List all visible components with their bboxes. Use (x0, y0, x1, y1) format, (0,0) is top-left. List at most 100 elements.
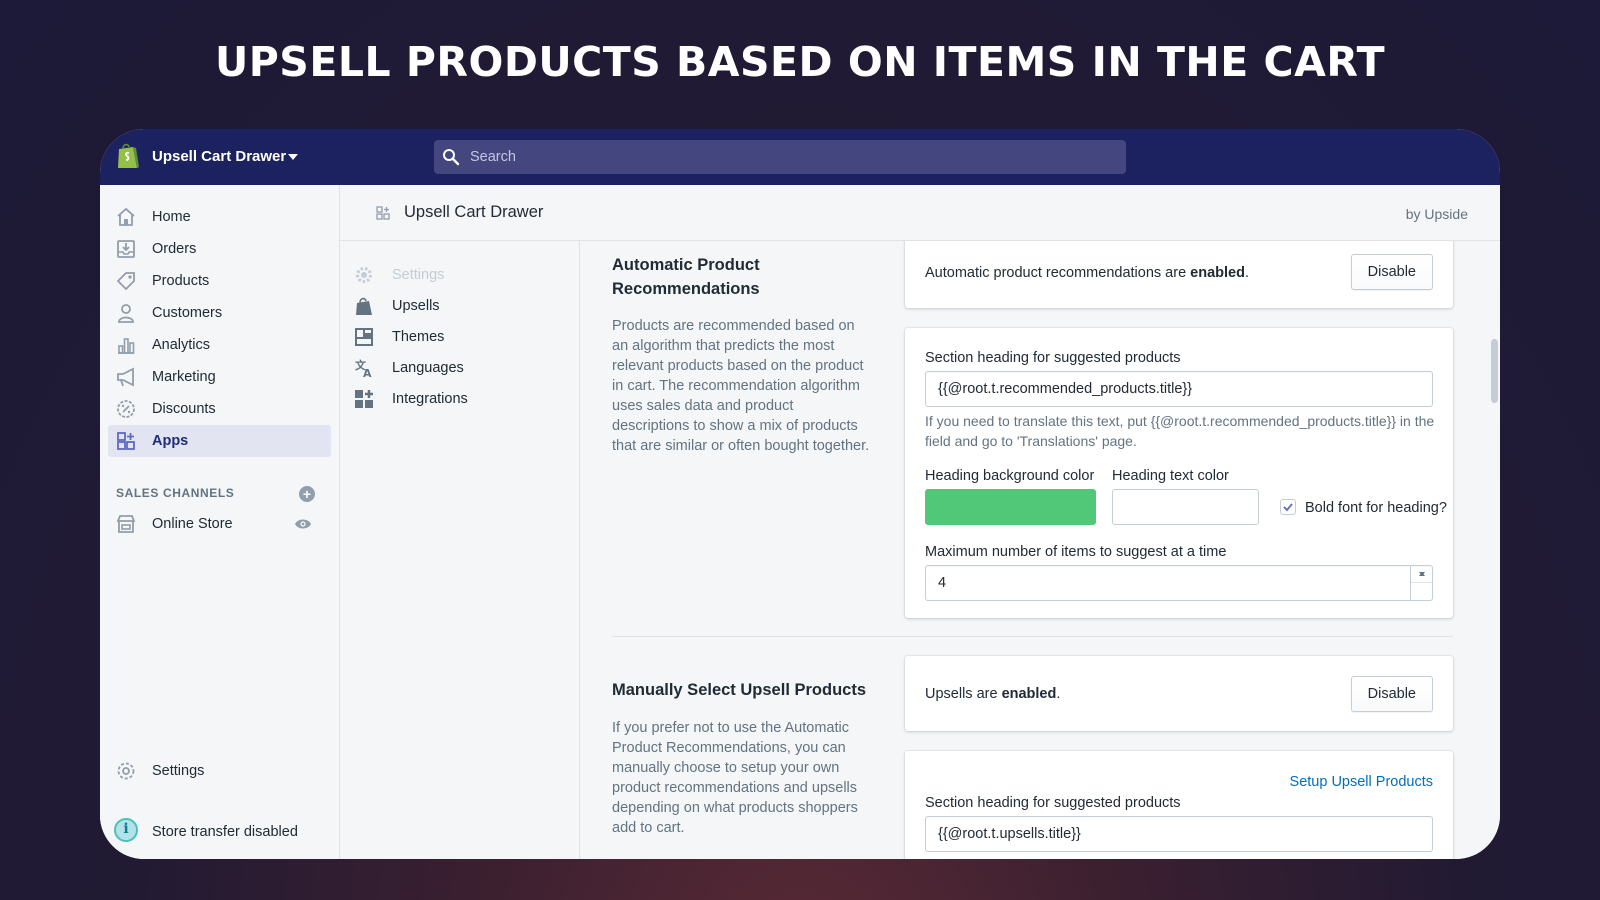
chevron-down-icon[interactable] (288, 154, 298, 160)
auto-section-description: Products are recommended based on an alg… (612, 318, 870, 454)
app-developer[interactable]: by Upside (1406, 206, 1468, 222)
main-content: Automatic Product Recommendations Produc… (580, 241, 1500, 859)
setup-upsell-link[interactable]: Setup Upsell Products (1290, 774, 1433, 790)
integrations-icon (355, 390, 373, 408)
bold-checkbox[interactable] (1280, 499, 1296, 515)
subnav-item-integrations[interactable]: Integrations (354, 385, 554, 413)
auto-status-card: Automatic product recommendations are en… (905, 241, 1453, 308)
add-channel-icon[interactable]: + (299, 486, 315, 502)
orders-icon (117, 240, 135, 258)
auto-heading-label: Section heading for suggested products (925, 350, 1181, 366)
apps-icon (117, 432, 135, 450)
subnav-item-languages[interactable]: 文A Languages (354, 354, 554, 382)
subnav-label-settings: Settings (392, 267, 445, 283)
manual-status-card: Upsells are enabled. Disable (905, 656, 1453, 731)
search-icon (443, 149, 460, 166)
nav-label-marketing: Marketing (152, 369, 216, 385)
nav-label-online-store: Online Store (152, 516, 233, 532)
max-items-stepper (1410, 566, 1432, 600)
top-bar: Upsell Cart Drawer Search (100, 129, 1500, 185)
bold-checkbox-label: Bold font for heading? (1305, 500, 1447, 516)
nav-label-products: Products (152, 273, 210, 289)
search-input[interactable]: Search (434, 140, 1126, 174)
eye-icon[interactable] (294, 517, 312, 531)
shopping-bag-icon (356, 297, 372, 315)
gear-icon (117, 762, 135, 780)
nav-item-settings[interactable]: Settings (108, 755, 331, 787)
search-placeholder: Search (470, 149, 516, 165)
bg-color-label: Heading background color (925, 468, 1095, 484)
text-color-label: Heading text color (1112, 468, 1229, 484)
discount-icon (117, 400, 135, 418)
text-color-swatch[interactable] (1112, 489, 1259, 525)
megaphone-icon (117, 367, 134, 387)
nav-label-orders: Orders (152, 241, 197, 257)
decrement-icon[interactable] (1411, 566, 1432, 583)
tag-icon (116, 272, 135, 291)
manual-heading-label: Section heading for suggested products (925, 795, 1181, 811)
store-transfer-label: Store transfer disabled (152, 824, 298, 840)
app-header: Upsell Cart Drawer by Upside (340, 185, 1500, 241)
max-items-label: Maximum number of items to suggest at a … (925, 544, 1227, 560)
max-items-value: 4 (938, 575, 947, 591)
nav-item-online-store[interactable]: Online Store (108, 508, 331, 540)
svg-text:A: A (363, 367, 372, 378)
nav-item-marketing[interactable]: Marketing (108, 361, 331, 393)
person-icon (118, 304, 134, 323)
subnav-label-languages: Languages (392, 360, 464, 376)
store-icon (116, 515, 136, 533)
auto-status-text: Automatic product recommendations are en… (925, 265, 1249, 281)
nav-label-discounts: Discounts (152, 401, 216, 417)
auto-disable-button[interactable]: Disable (1350, 254, 1433, 290)
page-headline: UPSELL PRODUCTS BASED ON ITEMS IN THE CA… (214, 38, 1386, 86)
auto-heading-value: {{@root.t.recommended_products.title}} (938, 381, 1193, 397)
subnav-label-upsells: Upsells (392, 298, 440, 314)
nav-item-home[interactable]: Home (108, 201, 331, 233)
manual-section-title: Manually Select Upsell Products (612, 681, 866, 699)
nav-item-analytics[interactable]: Analytics (108, 329, 331, 361)
bg-color-swatch[interactable] (925, 489, 1096, 525)
section-divider (612, 636, 1453, 637)
sales-channels-heading: SALES CHANNELS (116, 486, 235, 500)
layout-icon (355, 328, 373, 346)
manual-status-text: Upsells are enabled. (925, 686, 1061, 702)
store-transfer-notice[interactable]: Store transfer disabled (100, 804, 339, 859)
nav-item-discounts[interactable]: Discounts (108, 393, 331, 425)
manual-heading-field[interactable]: {{@root.t.upsells.title}} (925, 816, 1433, 852)
app-sub-navigation: Settings Upsells Themes 文A Languages Int… (340, 241, 580, 859)
auto-heading-field[interactable]: {{@root.t.recommended_products.title}} (925, 371, 1433, 407)
app-title: Upsell Cart Drawer (404, 203, 544, 221)
auto-settings-card: Section heading for suggested products {… (905, 328, 1453, 618)
subnav-item-themes[interactable]: Themes (354, 323, 554, 351)
left-navigation: Home Orders Products Customers Analytics… (100, 185, 340, 859)
nav-item-customers[interactable]: Customers (108, 297, 331, 329)
subnav-item-settings[interactable]: Settings (354, 261, 554, 289)
admin-window: Upsell Cart Drawer Search Home Orders Pr… (100, 129, 1500, 859)
store-switcher[interactable]: Upsell Cart Drawer (152, 148, 286, 165)
shopify-bag-icon[interactable] (116, 142, 140, 170)
checkmark-icon (1283, 503, 1293, 512)
app-grid-icon (376, 206, 390, 220)
home-icon (117, 207, 135, 226)
manual-settings-card: Setup Upsell Products Section heading fo… (905, 751, 1453, 859)
subnav-label-themes: Themes (392, 329, 445, 345)
manual-heading-value: {{@root.t.upsells.title}} (938, 826, 1081, 842)
manual-disable-button[interactable]: Disable (1350, 676, 1433, 712)
translate-icon: 文A (355, 358, 372, 378)
bar-chart-icon (118, 338, 135, 354)
nav-label-analytics: Analytics (152, 337, 211, 353)
nav-item-apps[interactable]: Apps (108, 425, 331, 457)
auto-heading-help: If you need to translate this text, put … (925, 413, 1435, 449)
nav-label-settings: Settings (152, 763, 205, 779)
nav-label-customers: Customers (152, 305, 223, 321)
gear-icon (356, 267, 372, 283)
max-items-input[interactable]: 4 (925, 565, 1433, 601)
subnav-item-upsells[interactable]: Upsells (354, 292, 554, 320)
nav-item-products[interactable]: Products (108, 265, 331, 297)
subnav-label-integrations: Integrations (392, 391, 468, 407)
nav-label-apps: Apps (152, 433, 189, 449)
auto-section-title: Automatic Product Recommendations (612, 256, 760, 298)
scrollbar[interactable] (1491, 339, 1498, 403)
info-icon (114, 818, 138, 842)
nav-item-orders[interactable]: Orders (108, 233, 331, 265)
